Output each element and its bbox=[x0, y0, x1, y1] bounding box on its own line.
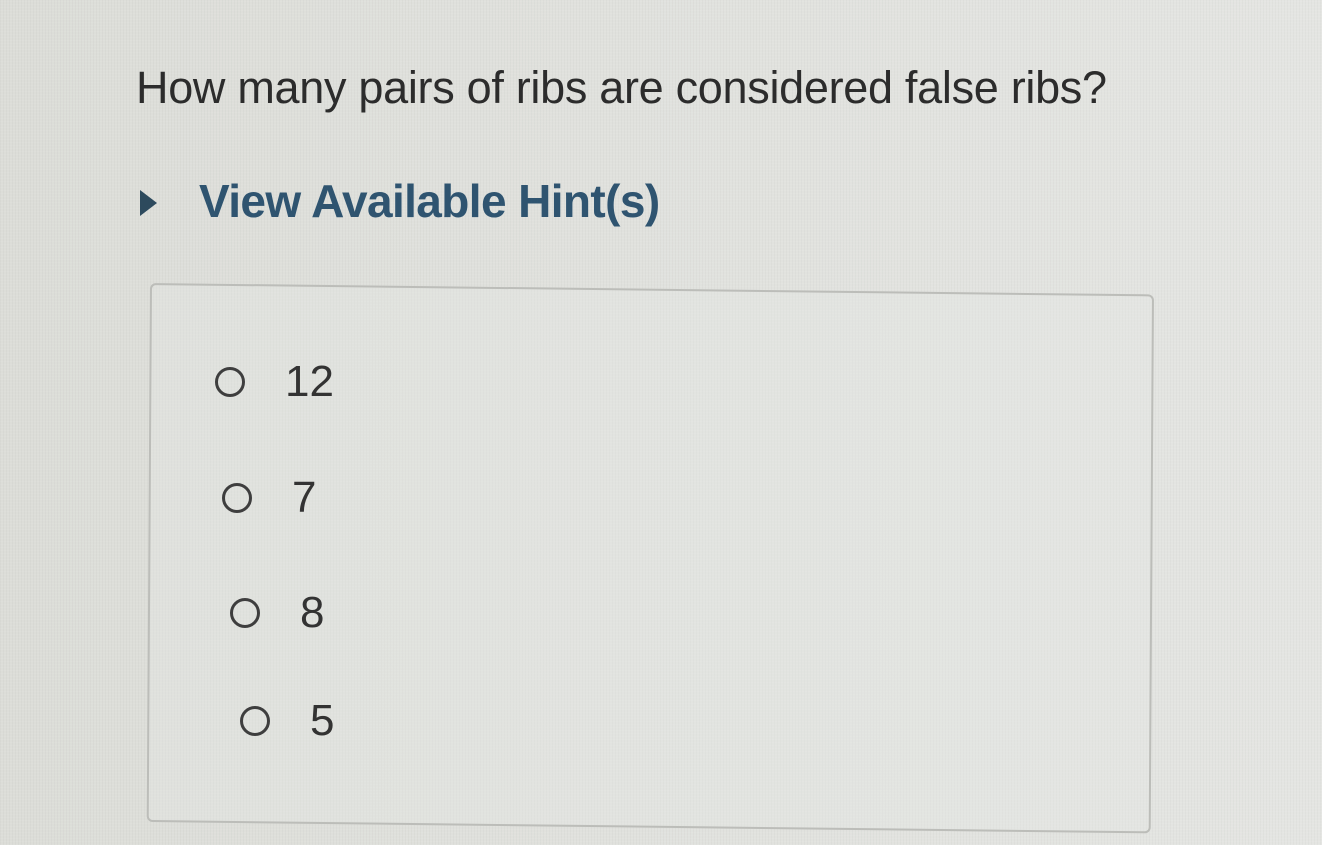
radio-button[interactable] bbox=[230, 598, 260, 628]
question-text: How many pairs of ribs are considered fa… bbox=[136, 62, 1107, 113]
answer-option-label: 8 bbox=[300, 588, 325, 637]
view-hints-toggle[interactable]: View Available Hint(s) bbox=[140, 174, 660, 228]
answer-option[interactable]: 7 bbox=[222, 473, 316, 523]
answer-option-label: 5 bbox=[310, 696, 335, 745]
radio-button[interactable] bbox=[240, 706, 270, 736]
answer-option[interactable]: 12 bbox=[215, 357, 334, 407]
answer-option-label: 7 bbox=[292, 473, 317, 522]
answer-option[interactable]: 8 bbox=[230, 588, 324, 638]
answer-option[interactable]: 5 bbox=[240, 696, 334, 746]
view-hints-label: View Available Hint(s) bbox=[199, 175, 660, 227]
radio-button[interactable] bbox=[215, 367, 245, 397]
triangle-right-icon bbox=[140, 190, 157, 216]
radio-button[interactable] bbox=[222, 483, 252, 513]
answer-option-label: 12 bbox=[285, 357, 334, 406]
